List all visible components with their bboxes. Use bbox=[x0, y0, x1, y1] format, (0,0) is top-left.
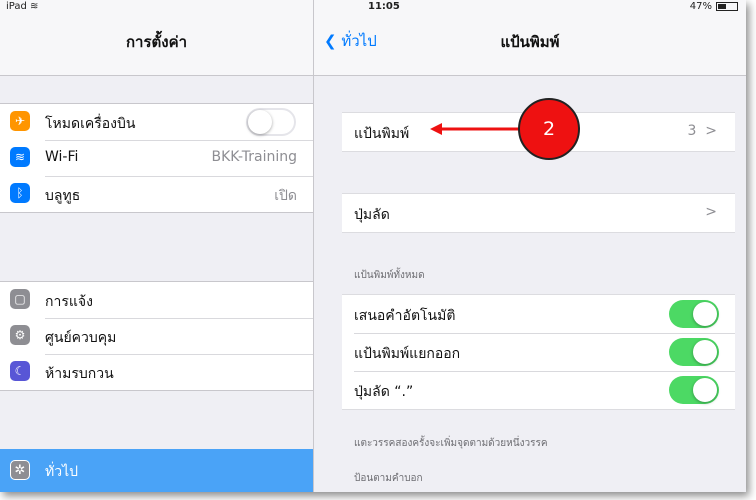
sidebar-group-connectivity: ✈ โหมดเครื่องบิน ≋ Wi-Fi BKK-Training ᛒ … bbox=[0, 103, 313, 213]
battery-icon bbox=[716, 2, 738, 11]
auto-correction-toggle[interactable] bbox=[669, 300, 719, 328]
page-title: แป้นพิมพ์ bbox=[500, 33, 560, 51]
moon-icon: ☾ bbox=[10, 361, 30, 381]
wifi-icon: ≋ bbox=[30, 1, 39, 12]
sidebar-item-wifi[interactable]: ≋ Wi-Fi BKK-Training bbox=[0, 140, 313, 176]
sidebar-group-system: ▢ การแจ้ง ⚙ ศูนย์ควบคุม ☾ ห้ามรบกวน bbox=[0, 281, 313, 391]
sidebar-item-label: บลูทูธ bbox=[45, 188, 81, 204]
keyboards-count: 3 > bbox=[687, 123, 717, 139]
sidebar-item-general[interactable]: ✲ ทั่วไป bbox=[0, 449, 313, 492]
auto-correction-label: เสนอคำอัตโนมัติ bbox=[354, 308, 456, 324]
period-shortcut-label: ปุ่มลัด “.” bbox=[354, 384, 414, 400]
chevron-right-icon: > bbox=[705, 123, 717, 139]
sidebar-item-label: ห้ามรบกวน bbox=[45, 366, 114, 382]
shortcuts-label: ปุ่มลัด bbox=[354, 207, 390, 223]
device-label: iPad ≋ bbox=[6, 1, 39, 12]
section-header-dictation: ป้อนตามคำบอก bbox=[354, 473, 423, 484]
battery-indicator: 47% bbox=[690, 1, 738, 12]
period-shortcut-row: ปุ่มลัด “.” bbox=[342, 371, 735, 409]
period-shortcut-footnote: แตะวรรคสองครั้งจะเพิ่มจุดตามด้วยหนึ่งวรร… bbox=[354, 438, 548, 449]
settings-sidebar: การตั้งค่า ✈ โหมดเครื่องบิน ≋ Wi-Fi BKK-… bbox=[0, 0, 313, 492]
sidebar-item-bluetooth[interactable]: ᛒ บลูทูธ เปิด bbox=[0, 176, 313, 212]
gear-icon: ✲ bbox=[10, 460, 30, 480]
shortcuts-row[interactable]: ปุ่มลัด > bbox=[342, 194, 735, 232]
split-keyboard-label: แป้นพิมพ์แยกออก bbox=[354, 346, 461, 362]
chevron-right-icon: > bbox=[705, 204, 717, 220]
auto-correction-row: เสนอคำอัตโนมัติ bbox=[342, 295, 735, 333]
status-bar: iPad ≋ 11:05 47% bbox=[0, 0, 746, 14]
sidebar-item-control-center[interactable]: ⚙ ศูนย์ควบคุม bbox=[0, 318, 313, 354]
keyboards-label: แป้นพิมพ์ bbox=[354, 126, 410, 142]
wifi-icon: ≋ bbox=[10, 147, 30, 167]
annotation-arrow bbox=[430, 123, 520, 135]
bluetooth-status-value: เปิด bbox=[274, 188, 297, 204]
split-keyboard-row: แป้นพิมพ์แยกออก bbox=[342, 333, 735, 371]
shortcuts-group: ปุ่มลัด > bbox=[342, 193, 735, 233]
clock: 11:05 bbox=[368, 1, 400, 12]
split-keyboard-toggle[interactable] bbox=[669, 338, 719, 366]
ipad-screen: iPad ≋ 11:05 47% การตั้งค่า ✈ โหมดเครื่อ… bbox=[0, 0, 746, 492]
bluetooth-icon: ᛒ bbox=[10, 183, 30, 203]
step-marker: 2 bbox=[518, 98, 580, 160]
airplane-mode-toggle[interactable] bbox=[246, 108, 296, 136]
airplane-icon: ✈ bbox=[10, 111, 30, 131]
sidebar-item-label: ทั่วไป bbox=[45, 464, 79, 480]
period-shortcut-toggle[interactable] bbox=[669, 376, 719, 404]
sidebar-item-label: Wi-Fi bbox=[45, 149, 79, 165]
control-center-icon: ⚙ bbox=[10, 325, 30, 345]
sidebar-item-label: โหมดเครื่องบิน bbox=[45, 116, 136, 132]
sidebar-title: การตั้งค่า bbox=[125, 33, 188, 51]
section-header-all-keyboards: แป้นพิมพ์ทั้งหมด bbox=[354, 270, 425, 281]
sidebar-item-notifications[interactable]: ▢ การแจ้ง bbox=[0, 282, 313, 318]
sidebar-item-label: การแจ้ง bbox=[45, 294, 93, 310]
all-keyboards-group: เสนอคำอัตโนมัติ แป้นพิมพ์แยกออก ปุ่มลัด … bbox=[342, 294, 735, 410]
sidebar-item-label: ศูนย์ควบคุม bbox=[45, 330, 117, 346]
wifi-network-value: BKK-Training bbox=[211, 149, 297, 165]
sidebar-item-airplane-mode[interactable]: ✈ โหมดเครื่องบิน bbox=[0, 104, 313, 140]
sidebar-item-do-not-disturb[interactable]: ☾ ห้ามรบกวน bbox=[0, 354, 313, 390]
notifications-icon: ▢ bbox=[10, 289, 30, 309]
